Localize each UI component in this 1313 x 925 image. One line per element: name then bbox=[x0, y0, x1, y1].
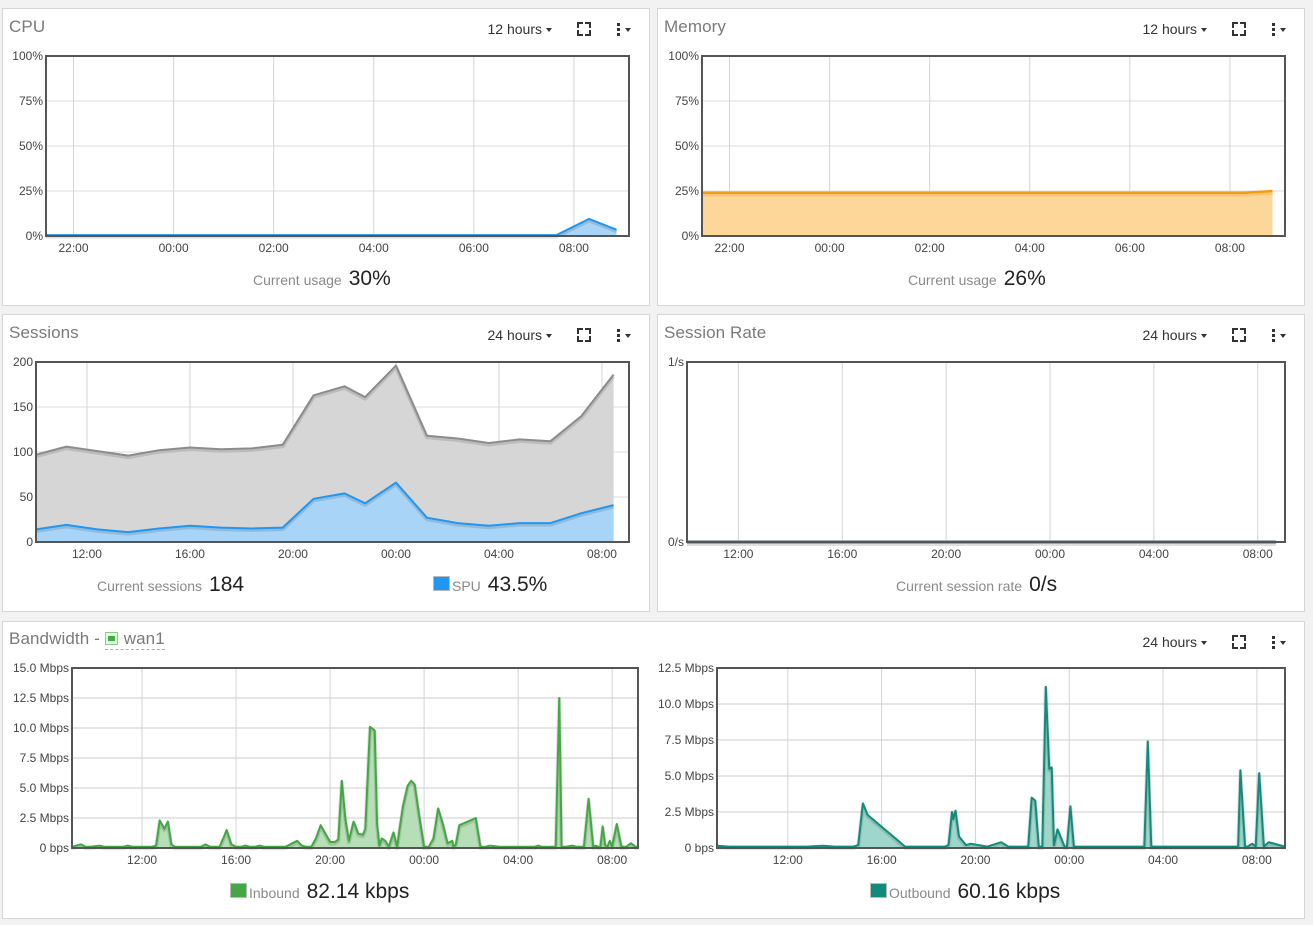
outbound-legend[interactable]: Outbound 60.16 kbps bbox=[870, 880, 1060, 904]
y-tick-label: 100% bbox=[668, 49, 699, 63]
x-tick-label: 20:00 bbox=[931, 547, 961, 561]
cpu-area bbox=[46, 218, 617, 236]
spu-label: SPU bbox=[452, 578, 481, 594]
x-tick-label: 04:00 bbox=[1139, 547, 1169, 561]
x-tick-label: 06:00 bbox=[459, 241, 489, 255]
memory-panel: Memory 12 hours 0% 25% 50% 75% 100% 22:00 00:0… bbox=[657, 8, 1305, 306]
y-tick-label: 50% bbox=[675, 139, 699, 153]
y-tick-label: 0% bbox=[682, 229, 700, 243]
memory-footer: Current usage 26% bbox=[908, 267, 1046, 291]
y-tick-label: 1/s bbox=[668, 355, 684, 369]
spu-legend[interactable]: SPU 43.5% bbox=[433, 573, 547, 597]
y-tick-label: 10.0 Mbps bbox=[658, 697, 714, 711]
x-tick-label: 16:00 bbox=[867, 853, 897, 867]
y-tick-label: 0 bps bbox=[685, 841, 714, 855]
x-tick-label: 04:00 bbox=[1148, 853, 1178, 867]
x-tick-label: 20:00 bbox=[960, 853, 990, 867]
session-rate-panel: Session Rate 24 hours 0/s 1/s 12:00 16:00 20… bbox=[657, 314, 1305, 612]
outbound-swatch bbox=[870, 883, 887, 898]
memory-area bbox=[702, 191, 1273, 236]
x-tick-label: 00:00 bbox=[381, 547, 411, 561]
y-tick-label: 2.5 Mbps bbox=[665, 805, 714, 819]
y-tick-label: 0 bbox=[26, 535, 33, 549]
outbound-shadow bbox=[716, 686, 1286, 851]
sessions-panel: Sessions 24 hours 0 50 100 150 200 12:00 16:00… bbox=[2, 314, 650, 612]
y-tick-label: 12.5 Mbps bbox=[658, 661, 714, 675]
inbound-swatch bbox=[230, 883, 247, 898]
y-tick-label: 50 bbox=[20, 490, 34, 504]
y-tick-label: 0% bbox=[26, 229, 44, 243]
y-tick-label: 200 bbox=[13, 355, 33, 369]
cpu-chart: 0% 25% 50% 75% 100% 22:00 00:00 02:00 04:00 06:00… bbox=[12, 49, 630, 255]
y-tick-label: 75% bbox=[19, 94, 43, 108]
x-tick-label: 08:00 bbox=[1242, 853, 1272, 867]
x-tick-label: 22:00 bbox=[59, 241, 89, 255]
outbound-chart: 0 bps 2.5 Mbps 5.0 Mbps 7.5 Mbps 10.0 Mbps 12… bbox=[658, 661, 1286, 867]
current-usage-value: 30% bbox=[348, 267, 391, 290]
current-sessions-value: 184 bbox=[209, 573, 245, 596]
y-tick-label: 75% bbox=[675, 94, 699, 108]
x-tick-label: 02:00 bbox=[915, 241, 945, 255]
inbound-label: Inbound bbox=[249, 885, 300, 901]
x-tick-label: 02:00 bbox=[259, 241, 289, 255]
x-tick-label: 22:00 bbox=[715, 241, 745, 255]
y-tick-label: 150 bbox=[13, 400, 33, 414]
cpu-panel: CPU 12 hours 0% 25% 50% 75% 100% 22:00 00:00 02… bbox=[2, 8, 650, 306]
outbound-area bbox=[717, 686, 1285, 848]
x-tick-label: 16:00 bbox=[175, 547, 205, 561]
y-tick-label: 25% bbox=[19, 184, 43, 198]
current-usage-label: Current usage bbox=[253, 272, 342, 288]
plot-frame bbox=[716, 667, 1286, 849]
y-tick-label: 0/s bbox=[668, 535, 684, 549]
spu-value: 43.5% bbox=[487, 573, 548, 596]
y-tick-label: 7.5 Mbps bbox=[665, 733, 714, 747]
x-tick-label: 12:00 bbox=[72, 547, 102, 561]
cpu-footer: Current usage 30% bbox=[253, 267, 391, 291]
x-tick-label: 16:00 bbox=[827, 547, 857, 561]
y-tick-label: 100 bbox=[13, 445, 33, 459]
outbound-line bbox=[716, 685, 1286, 848]
x-tick-label: 04:00 bbox=[1015, 241, 1045, 255]
x-tick-label: 04:00 bbox=[359, 241, 389, 255]
x-tick-label: 00:00 bbox=[1035, 547, 1065, 561]
session-rate-chart: 0/s 1/s 12:00 16:00 20:00 00:00 04:00 08:00 bbox=[668, 355, 1286, 561]
bandwidth-panel: Bandwidth - wan1 24 hours 0 bps 2.5 Mbps 5… bbox=[2, 621, 1305, 919]
plot-frame bbox=[686, 361, 1286, 543]
x-tick-label: 00:00 bbox=[815, 241, 845, 255]
x-tick-label: 00:00 bbox=[1054, 853, 1084, 867]
current-usage-label: Current usage bbox=[908, 272, 997, 288]
y-tick-label: 50% bbox=[19, 139, 43, 153]
inbound-value: 82.14 kbps bbox=[306, 880, 410, 903]
current-sessions-label: Current sessions bbox=[97, 578, 203, 594]
x-tick-label: 08:00 bbox=[1243, 547, 1273, 561]
x-tick-label: 12:00 bbox=[773, 853, 803, 867]
x-tick-label: 20:00 bbox=[278, 547, 308, 561]
current-session-rate-value: 0/s bbox=[1029, 573, 1058, 596]
y-tick-label: 100% bbox=[12, 49, 43, 63]
y-tick-label: 5.0 Mbps bbox=[665, 769, 714, 783]
x-tick-label: 00:00 bbox=[159, 241, 189, 255]
x-tick-label: 08:00 bbox=[559, 241, 589, 255]
x-tick-label: 12:00 bbox=[723, 547, 753, 561]
x-tick-label: 06:00 bbox=[1115, 241, 1145, 255]
x-tick-label: 08:00 bbox=[1215, 241, 1245, 255]
current-session-rate-label: Current session rate bbox=[896, 578, 1023, 594]
memory-chart: 0% 25% 50% 75% 100% 22:00 00:00 02:00 04:00 06:00… bbox=[668, 49, 1286, 255]
x-tick-label: 04:00 bbox=[484, 547, 514, 561]
spu-swatch bbox=[433, 576, 450, 591]
outbound-value: 60.16 kbps bbox=[957, 880, 1061, 903]
cpu-line bbox=[46, 217, 617, 237]
sessions-chart: 0 50 100 150 200 12:00 16:00 20:00 00:00 04:00 08:… bbox=[13, 355, 630, 561]
session-rate-footer: Current session rate 0/s bbox=[896, 573, 1057, 597]
sessions-footer: Current sessions 184 bbox=[97, 573, 244, 597]
outbound-label: Outbound bbox=[889, 885, 951, 901]
y-tick-label: 25% bbox=[675, 184, 699, 198]
current-usage-value: 26% bbox=[1003, 267, 1046, 290]
inbound-legend[interactable]: Inbound 82.14 kbps bbox=[230, 880, 409, 904]
x-tick-label: 08:00 bbox=[587, 547, 617, 561]
